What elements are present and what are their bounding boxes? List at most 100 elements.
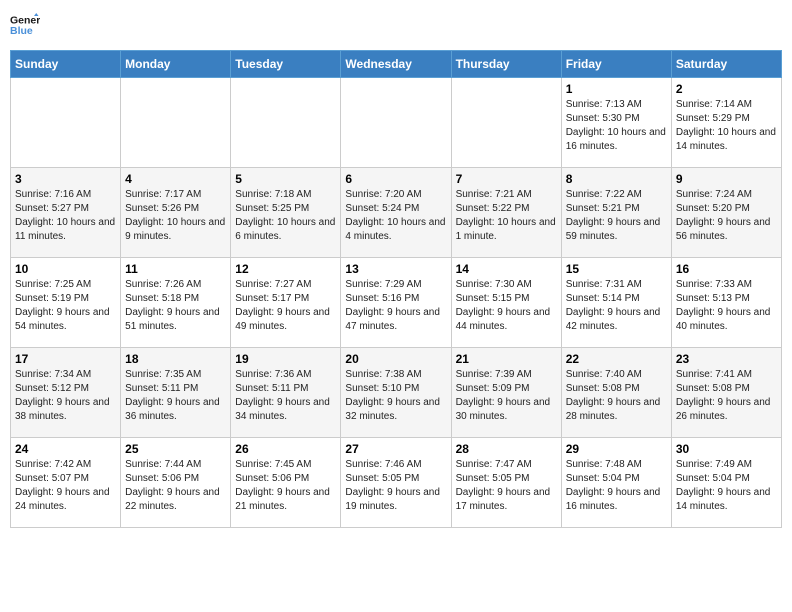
calendar-week-row: 10Sunrise: 7:25 AM Sunset: 5:19 PM Dayli… <box>11 258 782 348</box>
calendar-cell <box>451 78 561 168</box>
header: General Blue <box>10 10 782 40</box>
day-info: Sunrise: 7:30 AM Sunset: 5:15 PM Dayligh… <box>456 278 557 334</box>
day-number: 16 <box>676 262 777 276</box>
day-number: 30 <box>676 442 777 456</box>
day-number: 3 <box>15 172 116 186</box>
day-info: Sunrise: 7:48 AM Sunset: 5:04 PM Dayligh… <box>566 458 667 514</box>
day-info: Sunrise: 7:45 AM Sunset: 5:06 PM Dayligh… <box>235 458 336 514</box>
day-number: 14 <box>456 262 557 276</box>
day-number: 12 <box>235 262 336 276</box>
day-number: 28 <box>456 442 557 456</box>
day-number: 29 <box>566 442 667 456</box>
calendar-header-saturday: Saturday <box>671 51 781 78</box>
day-number: 2 <box>676 82 777 96</box>
calendar-cell: 14 Sunrise: 7:30 AM Sunset: 5:15 PM Dayli… <box>451 258 561 348</box>
day-info: Sunrise: 7:25 AM Sunset: 5:19 PM Dayligh… <box>15 278 116 334</box>
day-info: Sunrise: 7:47 AM Sunset: 5:05 PM Dayligh… <box>456 458 557 514</box>
logo-icon: General Blue <box>10 10 40 40</box>
day-info: Sunrise: 7:24 AM Sunset: 5:20 PM Dayligh… <box>676 188 777 244</box>
day-info: Sunrise: 7:49 AM Sunset: 5:04 PM Dayligh… <box>676 458 777 514</box>
day-number: 21 <box>456 352 557 366</box>
day-number: 27 <box>345 442 446 456</box>
calendar-cell: 19Sunrise: 7:36 AM Sunset: 5:11 PM Dayli… <box>231 348 341 438</box>
day-info: Sunrise: 7:31 AM Sunset: 5:14 PM Dayligh… <box>566 278 667 334</box>
calendar-header-wednesday: Wednesday <box>341 51 451 78</box>
calendar-cell: 7 Sunrise: 7:21 AM Sunset: 5:22 PM Daylig… <box>451 168 561 258</box>
calendar-cell <box>231 78 341 168</box>
calendar-cell: 13 Sunrise: 7:29 AM Sunset: 5:16 PM Dayli… <box>341 258 451 348</box>
calendar-cell: 8 Sunrise: 7:22 AM Sunset: 5:21 PM Daylig… <box>561 168 671 258</box>
calendar-header-row: SundayMondayTuesdayWednesdayThursdayFrid… <box>11 51 782 78</box>
calendar-cell: 2 Sunrise: 7:14 AM Sunset: 5:29 PM Daylig… <box>671 78 781 168</box>
calendar-cell: 23 Sunrise: 7:41 AM Sunset: 5:08 PM Dayli… <box>671 348 781 438</box>
day-number: 24 <box>15 442 116 456</box>
calendar-cell: 28 Sunrise: 7:47 AM Sunset: 5:05 PM Dayli… <box>451 438 561 528</box>
day-info: Sunrise: 7:35 AM Sunset: 5:11 PM Dayligh… <box>125 368 226 424</box>
day-info: Sunrise: 7:18 AM Sunset: 5:25 PM Dayligh… <box>235 188 336 244</box>
day-number: 25 <box>125 442 226 456</box>
day-info: Sunrise: 7:14 AM Sunset: 5:29 PM Dayligh… <box>676 98 777 154</box>
calendar-week-row: 3 Sunrise: 7:16 AM Sunset: 5:27 PM Daylig… <box>11 168 782 258</box>
calendar-header-monday: Monday <box>121 51 231 78</box>
day-number: 18 <box>125 352 226 366</box>
day-info: Sunrise: 7:33 AM Sunset: 5:13 PM Dayligh… <box>676 278 777 334</box>
day-number: 1 <box>566 82 667 96</box>
day-number: 8 <box>566 172 667 186</box>
day-info: Sunrise: 7:42 AM Sunset: 5:07 PM Dayligh… <box>15 458 116 514</box>
calendar-cell: 26 Sunrise: 7:45 AM Sunset: 5:06 PM Dayli… <box>231 438 341 528</box>
day-number: 11 <box>125 262 226 276</box>
day-info: Sunrise: 7:34 AM Sunset: 5:12 PM Dayligh… <box>15 368 116 424</box>
calendar-cell <box>121 78 231 168</box>
calendar-week-row: 1 Sunrise: 7:13 AM Sunset: 5:30 PM Daylig… <box>11 78 782 168</box>
day-number: 23 <box>676 352 777 366</box>
day-info: Sunrise: 7:21 AM Sunset: 5:22 PM Dayligh… <box>456 188 557 244</box>
svg-text:Blue: Blue <box>10 25 33 37</box>
calendar-cell: 29 Sunrise: 7:48 AM Sunset: 5:04 PM Dayli… <box>561 438 671 528</box>
day-number: 9 <box>676 172 777 186</box>
day-number: 7 <box>456 172 557 186</box>
calendar-cell: 12 Sunrise: 7:27 AM Sunset: 5:17 PM Dayli… <box>231 258 341 348</box>
day-info: Sunrise: 7:41 AM Sunset: 5:08 PM Dayligh… <box>676 368 777 424</box>
calendar-cell: 4 Sunrise: 7:17 AM Sunset: 5:26 PM Daylig… <box>121 168 231 258</box>
calendar-cell: 16 Sunrise: 7:33 AM Sunset: 5:13 PM Dayli… <box>671 258 781 348</box>
calendar-week-row: 24 Sunrise: 7:42 AM Sunset: 5:07 PM Dayli… <box>11 438 782 528</box>
day-number: 13 <box>345 262 446 276</box>
calendar-cell: 3 Sunrise: 7:16 AM Sunset: 5:27 PM Daylig… <box>11 168 121 258</box>
calendar-cell <box>341 78 451 168</box>
day-info: Sunrise: 7:20 AM Sunset: 5:24 PM Dayligh… <box>345 188 446 244</box>
calendar-cell: 15Sunrise: 7:31 AM Sunset: 5:14 PM Dayli… <box>561 258 671 348</box>
day-number: 17 <box>15 352 116 366</box>
day-info: Sunrise: 7:22 AM Sunset: 5:21 PM Dayligh… <box>566 188 667 244</box>
calendar-cell: 10Sunrise: 7:25 AM Sunset: 5:19 PM Dayli… <box>11 258 121 348</box>
day-number: 26 <box>235 442 336 456</box>
day-info: Sunrise: 7:40 AM Sunset: 5:08 PM Dayligh… <box>566 368 667 424</box>
calendar-cell: 9 Sunrise: 7:24 AM Sunset: 5:20 PM Daylig… <box>671 168 781 258</box>
day-number: 20 <box>345 352 446 366</box>
day-info: Sunrise: 7:27 AM Sunset: 5:17 PM Dayligh… <box>235 278 336 334</box>
day-info: Sunrise: 7:26 AM Sunset: 5:18 PM Dayligh… <box>125 278 226 334</box>
day-info: Sunrise: 7:17 AM Sunset: 5:26 PM Dayligh… <box>125 188 226 244</box>
calendar-cell: 18 Sunrise: 7:35 AM Sunset: 5:11 PM Dayli… <box>121 348 231 438</box>
calendar: SundayMondayTuesdayWednesdayThursdayFrid… <box>10 50 782 528</box>
day-number: 22 <box>566 352 667 366</box>
calendar-cell: 22 Sunrise: 7:40 AM Sunset: 5:08 PM Dayli… <box>561 348 671 438</box>
day-number: 19 <box>235 352 336 366</box>
day-info: Sunrise: 7:16 AM Sunset: 5:27 PM Dayligh… <box>15 188 116 244</box>
day-info: Sunrise: 7:38 AM Sunset: 5:10 PM Dayligh… <box>345 368 446 424</box>
calendar-cell <box>11 78 121 168</box>
calendar-header-tuesday: Tuesday <box>231 51 341 78</box>
day-number: 5 <box>235 172 336 186</box>
calendar-header-sunday: Sunday <box>11 51 121 78</box>
calendar-cell: 24 Sunrise: 7:42 AM Sunset: 5:07 PM Dayli… <box>11 438 121 528</box>
calendar-cell: 25Sunrise: 7:44 AM Sunset: 5:06 PM Dayli… <box>121 438 231 528</box>
calendar-cell: 30 Sunrise: 7:49 AM Sunset: 5:04 PM Dayli… <box>671 438 781 528</box>
day-info: Sunrise: 7:13 AM Sunset: 5:30 PM Dayligh… <box>566 98 667 154</box>
calendar-header-thursday: Thursday <box>451 51 561 78</box>
day-info: Sunrise: 7:46 AM Sunset: 5:05 PM Dayligh… <box>345 458 446 514</box>
calendar-cell: 21 Sunrise: 7:39 AM Sunset: 5:09 PM Dayli… <box>451 348 561 438</box>
day-info: Sunrise: 7:39 AM Sunset: 5:09 PM Dayligh… <box>456 368 557 424</box>
calendar-week-row: 17 Sunrise: 7:34 AM Sunset: 5:12 PM Dayli… <box>11 348 782 438</box>
day-info: Sunrise: 7:29 AM Sunset: 5:16 PM Dayligh… <box>345 278 446 334</box>
logo: General Blue <box>10 10 40 40</box>
day-number: 4 <box>125 172 226 186</box>
